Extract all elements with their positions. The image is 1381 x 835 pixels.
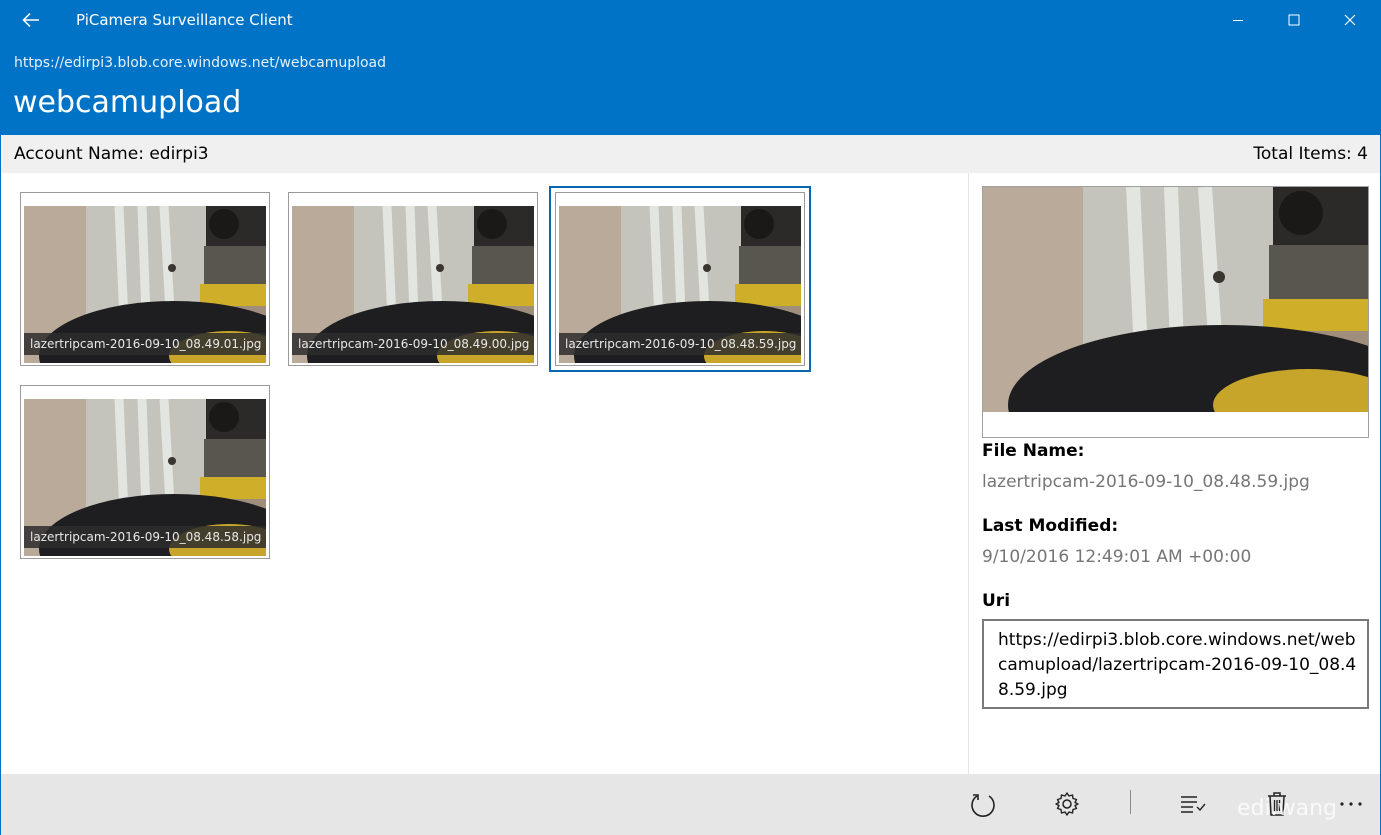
thumbnail-caption: lazertripcam-2016-09-10_08.48.59.jpg (559, 333, 801, 355)
close-button[interactable] (1327, 0, 1373, 40)
app-header: PiCamera Surveillance Client https://edi… (0, 0, 1381, 135)
thumbnail-item[interactable]: lazertripcam-2016-09-10_08.48.58.jpg (20, 385, 270, 559)
maximize-icon (1288, 14, 1300, 26)
last-modified-label: Last Modified: (982, 516, 1119, 536)
app-title: PiCamera Surveillance Client (76, 11, 293, 29)
thumbnail-caption: lazertripcam-2016-09-10_08.49.00.jpg (292, 333, 534, 355)
select-all-button[interactable] (1173, 786, 1213, 822)
thumbnail-item[interactable]: lazertripcam-2016-09-10_08.49.00.jpg (288, 192, 538, 366)
select-all-icon (1181, 796, 1206, 813)
back-button[interactable] (14, 4, 48, 36)
title-bar: PiCamera Surveillance Client (0, 0, 1381, 40)
page-title: webcamupload (13, 85, 242, 120)
thumbnail-caption: lazertripcam-2016-09-10_08.49.01.jpg (24, 333, 266, 355)
preview-image (982, 186, 1369, 438)
back-arrow-icon (22, 12, 39, 28)
maximize-button[interactable] (1271, 0, 1317, 40)
last-modified-value: 9/10/2016 12:49:01 AM +00:00 (982, 547, 1252, 567)
thumbnail-caption: lazertripcam-2016-09-10_08.48.58.jpg (24, 526, 266, 548)
more-icon (1340, 802, 1362, 806)
thumbnail-item-selected[interactable]: lazertripcam-2016-09-10_08.48.59.jpg (549, 186, 811, 372)
account-name: Account Name: edirpi3 (14, 144, 209, 164)
thumbnail-item[interactable]: lazertripcam-2016-09-10_08.49.01.jpg (20, 192, 270, 366)
command-separator (1130, 790, 1131, 814)
info-bar: Account Name: edirpi3 Total Items: 4 (1, 135, 1380, 173)
close-icon (1344, 14, 1356, 26)
command-bar: edi.wang (1, 774, 1380, 835)
uri-label: Uri (982, 591, 1011, 611)
thumbnail-grid: lazertripcam-2016-09-10_08.49.01.jpg laz… (0, 173, 968, 774)
watermark-text: edi.wang (1237, 796, 1337, 821)
minimize-icon (1233, 20, 1243, 21)
minimize-button[interactable] (1215, 0, 1261, 40)
gear-icon (1055, 792, 1079, 816)
uri-field[interactable]: https://edirpi3.blob.core.windows.net/we… (982, 619, 1369, 709)
file-name-label: File Name: (982, 441, 1085, 461)
pane-divider (968, 173, 969, 774)
refresh-icon (971, 794, 995, 817)
file-name-value: lazertripcam-2016-09-10_08.48.59.jpg (982, 472, 1310, 492)
camera-photo-image (983, 187, 1368, 437)
more-button[interactable] (1331, 786, 1371, 822)
container-url: https://edirpi3.blob.core.windows.net/we… (14, 55, 387, 71)
refresh-button[interactable] (963, 786, 1003, 822)
total-items: Total Items: 4 (1253, 144, 1368, 164)
settings-button[interactable] (1047, 786, 1087, 822)
